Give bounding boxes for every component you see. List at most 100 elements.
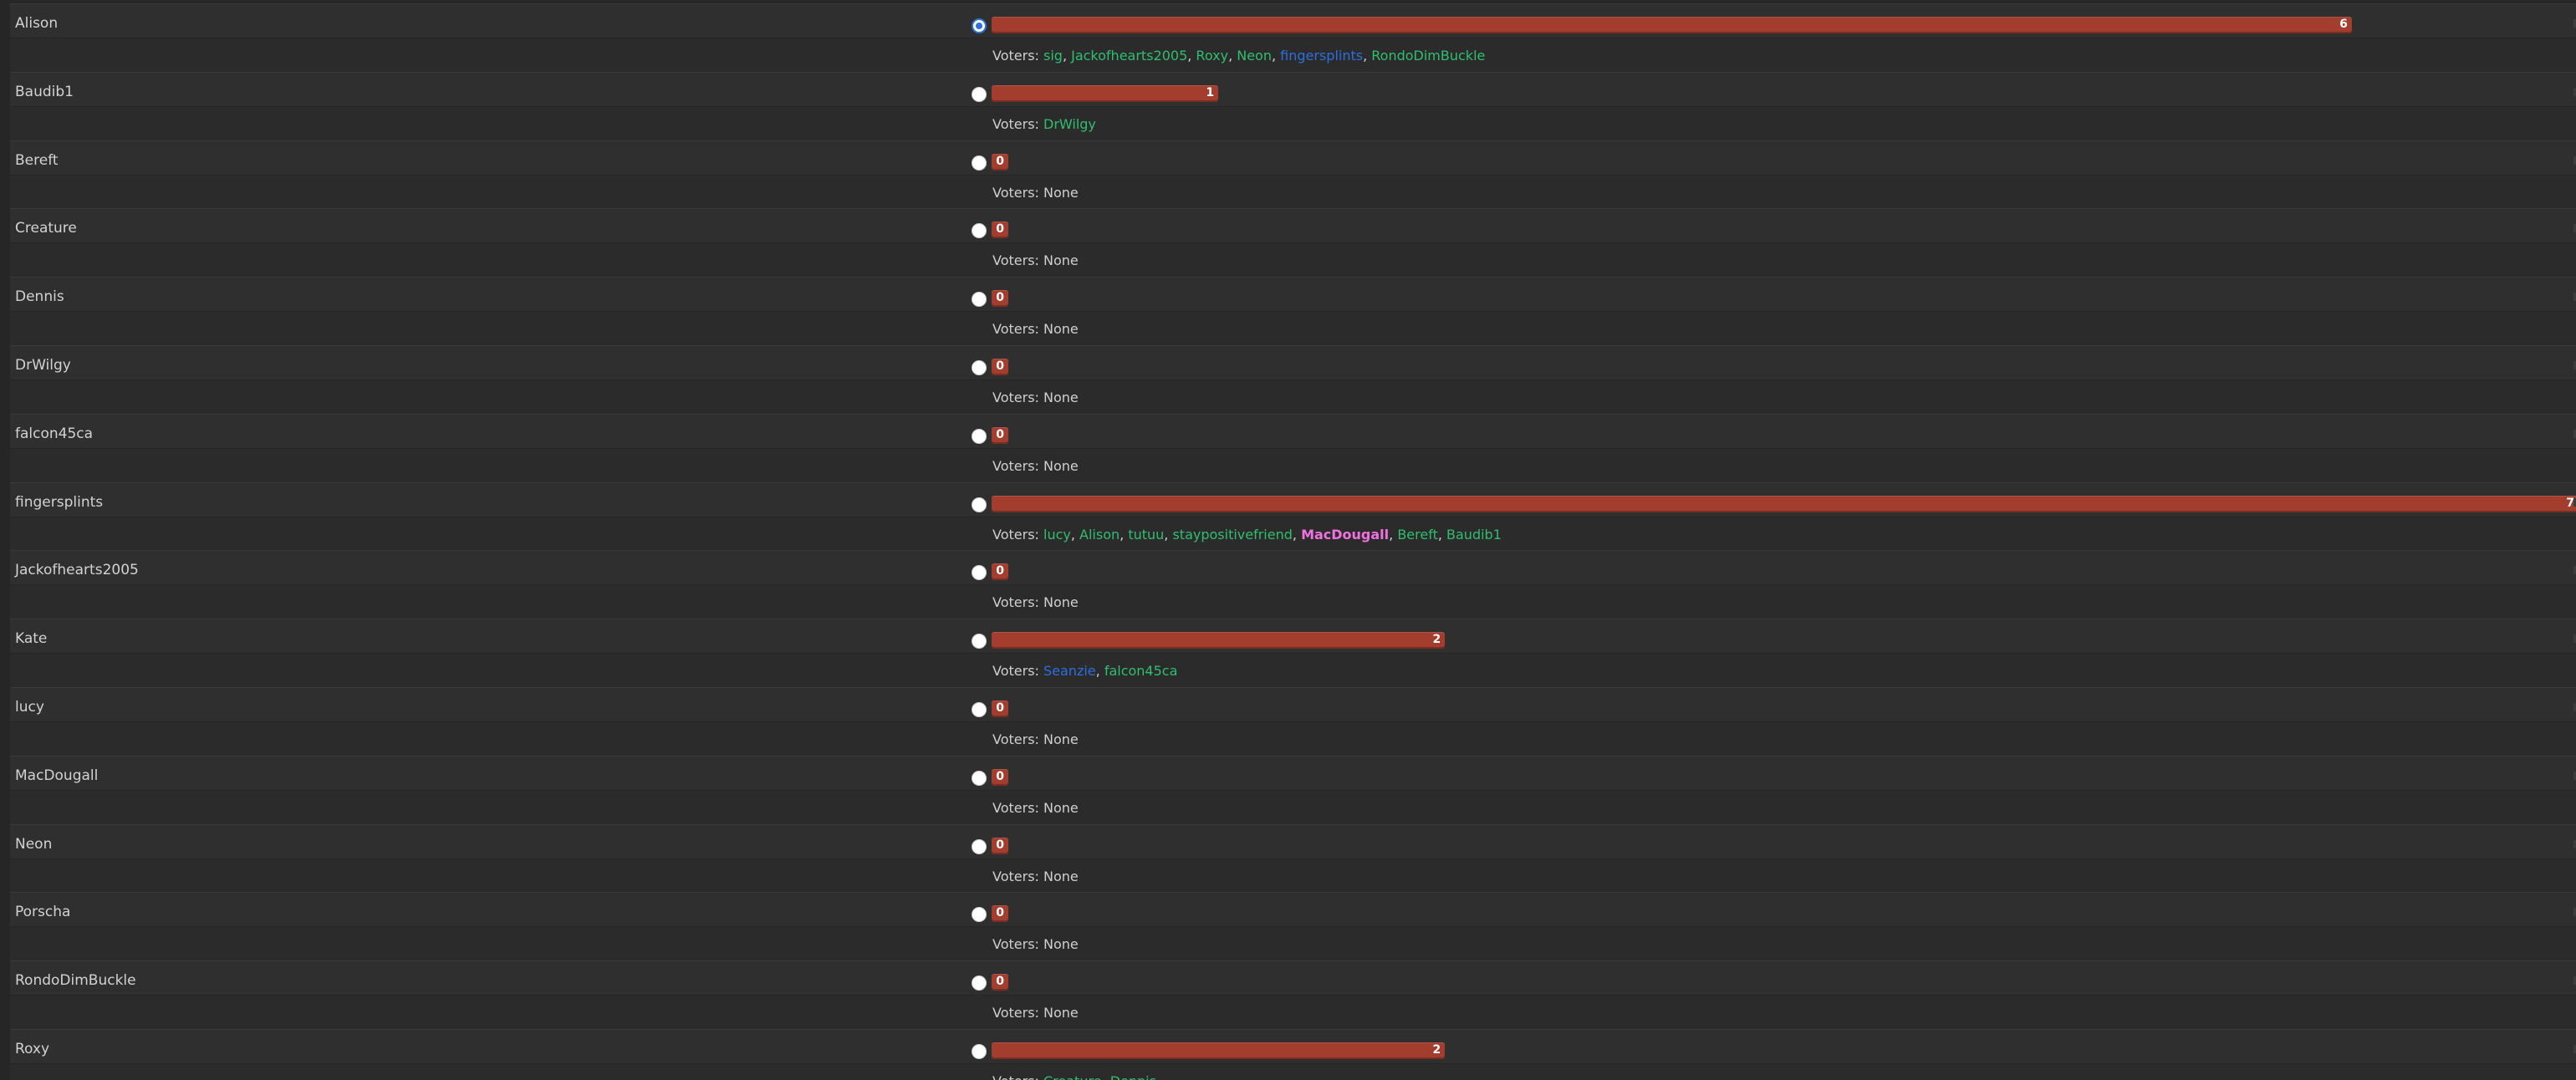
voter-name-link[interactable]: tutuu — [1128, 527, 1164, 543]
candidate-name: Baudib1 — [15, 83, 74, 100]
vote-count: 2 — [1432, 1043, 1441, 1057]
vote-radio[interactable] — [972, 1044, 987, 1059]
vote-count: 0 — [996, 154, 1004, 168]
voter-name-link[interactable]: MacDougall — [1301, 527, 1389, 543]
candidate-name: MacDougall — [15, 767, 99, 784]
voters-none: None — [1043, 731, 1079, 747]
voter-name-link[interactable]: staypositivefriend — [1172, 527, 1292, 543]
voter-name-link[interactable]: Neon — [1237, 48, 1272, 64]
voters-list: Voters: Seanzie, falcon45ca — [992, 663, 1177, 680]
voters-none: None — [1043, 321, 1079, 338]
voter-name-link[interactable]: Roxy — [1196, 48, 1228, 64]
vote-bar: 0 — [992, 153, 1008, 171]
voter-separator: , — [1437, 526, 1447, 543]
vote-count: 0 — [996, 838, 1004, 852]
voters-list: Voters: None — [992, 458, 1079, 475]
voter-name-link[interactable]: Bereft — [1397, 527, 1438, 543]
voter-name-link[interactable]: DrWilgy — [1043, 116, 1096, 132]
candidate-name: RondoDimBuckle — [15, 972, 136, 990]
voter-name-link[interactable]: fingersplints — [1280, 48, 1363, 64]
poll-option-row: MacDougall 0 Voters: None — [10, 755, 2576, 824]
vote-bar: 6 — [992, 17, 2352, 33]
voter-separator: , — [1228, 48, 1237, 64]
voter-name-link[interactable]: falcon45ca — [1104, 663, 1178, 679]
voters-none: None — [1043, 594, 1079, 611]
vote-count: 0 — [996, 427, 1004, 441]
voters-section — [10, 653, 2576, 688]
vote-radio[interactable] — [972, 292, 987, 308]
vote-radio[interactable] — [972, 360, 987, 375]
voters-list: Voters: Creature, Dennis — [992, 1073, 1156, 1080]
poll-option-row: Neon 0 Voters: None — [10, 823, 2576, 893]
poll-option-row: Kate 2 Voters: Seanzie, falcon45ca — [10, 619, 2576, 688]
voter-name-link[interactable]: lucy — [1043, 527, 1071, 543]
vote-bar: 0 — [992, 700, 1008, 717]
voter-separator: , — [1062, 48, 1072, 64]
voters-list: Voters: None — [992, 185, 1079, 201]
voters-label: Voters: — [992, 526, 1043, 543]
voter-name-link[interactable]: sig — [1043, 48, 1063, 64]
voter-separator: , — [1187, 48, 1196, 64]
poll-option-row: RondoDimBuckle 0 Voters: None — [10, 960, 2576, 1030]
vote-radio[interactable] — [972, 838, 987, 854]
voters-none: None — [1043, 799, 1079, 816]
vote-bar: 2 — [992, 632, 1446, 650]
option-header: RondoDimBuckle 0 — [10, 960, 2576, 996]
candidate-name: falcon45ca — [15, 425, 94, 442]
vote-bar: 0 — [992, 426, 1008, 444]
voter-name-link[interactable]: Dennis — [1110, 1073, 1156, 1080]
voters-list: Voters: None — [992, 390, 1079, 406]
voters-label: Voters: — [992, 594, 1043, 611]
voter-name-link[interactable]: Creature — [1043, 1073, 1102, 1080]
voters-section — [10, 447, 2576, 482]
option-header: DrWilgy 0 — [10, 345, 2576, 380]
vote-radio[interactable] — [972, 770, 987, 786]
option-header: Jackofhearts2005 0 — [10, 550, 2576, 585]
vote-bar: 0 — [992, 974, 1008, 991]
voters-section — [10, 789, 2576, 824]
candidate-name: lucy — [15, 699, 44, 716]
vote-radio[interactable] — [972, 86, 987, 102]
option-header: Bereft 0 — [10, 140, 2576, 175]
voters-list: Voters: None — [992, 800, 1079, 817]
vote-radio[interactable] — [972, 18, 987, 33]
vote-count: 6 — [2339, 18, 2348, 31]
candidate-name: Alison — [15, 15, 59, 32]
voters-list: Voters: None — [992, 1005, 1079, 1021]
vote-radio[interactable] — [972, 497, 987, 512]
voter-name-link[interactable]: RondoDimBuckle — [1371, 48, 1485, 64]
vote-radio[interactable] — [972, 702, 987, 717]
voters-label: Voters: — [992, 936, 1043, 953]
voter-name-link[interactable]: Jackofhearts2005 — [1071, 48, 1187, 64]
vote-radio[interactable] — [972, 976, 987, 991]
vote-radio[interactable] — [972, 155, 987, 171]
vote-count: 0 — [996, 906, 1004, 920]
vote-radio[interactable] — [972, 223, 987, 239]
vote-radio[interactable] — [972, 907, 987, 923]
voter-name-link[interactable]: Alison — [1079, 527, 1120, 543]
option-header: Baudib1 1 — [10, 71, 2576, 106]
candidate-name: Jackofhearts2005 — [15, 562, 139, 579]
voters-label: Voters: — [992, 184, 1043, 201]
vote-radio[interactable] — [972, 634, 987, 650]
poll-option-row: Porscha 0 Voters: None — [10, 892, 2576, 961]
option-header: Dennis 0 — [10, 277, 2576, 312]
vote-bar: 0 — [992, 359, 1008, 375]
voter-name-link[interactable]: Baudib1 — [1446, 527, 1502, 543]
voters-list: Voters: None — [992, 869, 1079, 885]
poll-option-row: Alison 6 Voters: sig, Jackofhearts2005, Ro… — [10, 3, 2576, 72]
vote-bar: 0 — [992, 563, 1008, 581]
voters-none: None — [1043, 936, 1079, 953]
vote-radio[interactable] — [972, 565, 987, 581]
option-header: Porscha 0 — [10, 892, 2576, 927]
voter-separator: , — [1120, 526, 1129, 543]
option-header: Roxy 2 — [10, 1029, 2576, 1063]
voter-name-link[interactable]: Seanzie — [1043, 663, 1096, 679]
candidate-name: Dennis — [15, 288, 64, 306]
vote-bar: 0 — [992, 290, 1008, 308]
vote-radio[interactable] — [972, 428, 987, 444]
voters-label: Voters: — [992, 252, 1043, 269]
voter-separator: , — [1095, 663, 1104, 680]
voters-section — [10, 242, 2576, 278]
option-header: falcon45ca 0 — [10, 413, 2576, 448]
